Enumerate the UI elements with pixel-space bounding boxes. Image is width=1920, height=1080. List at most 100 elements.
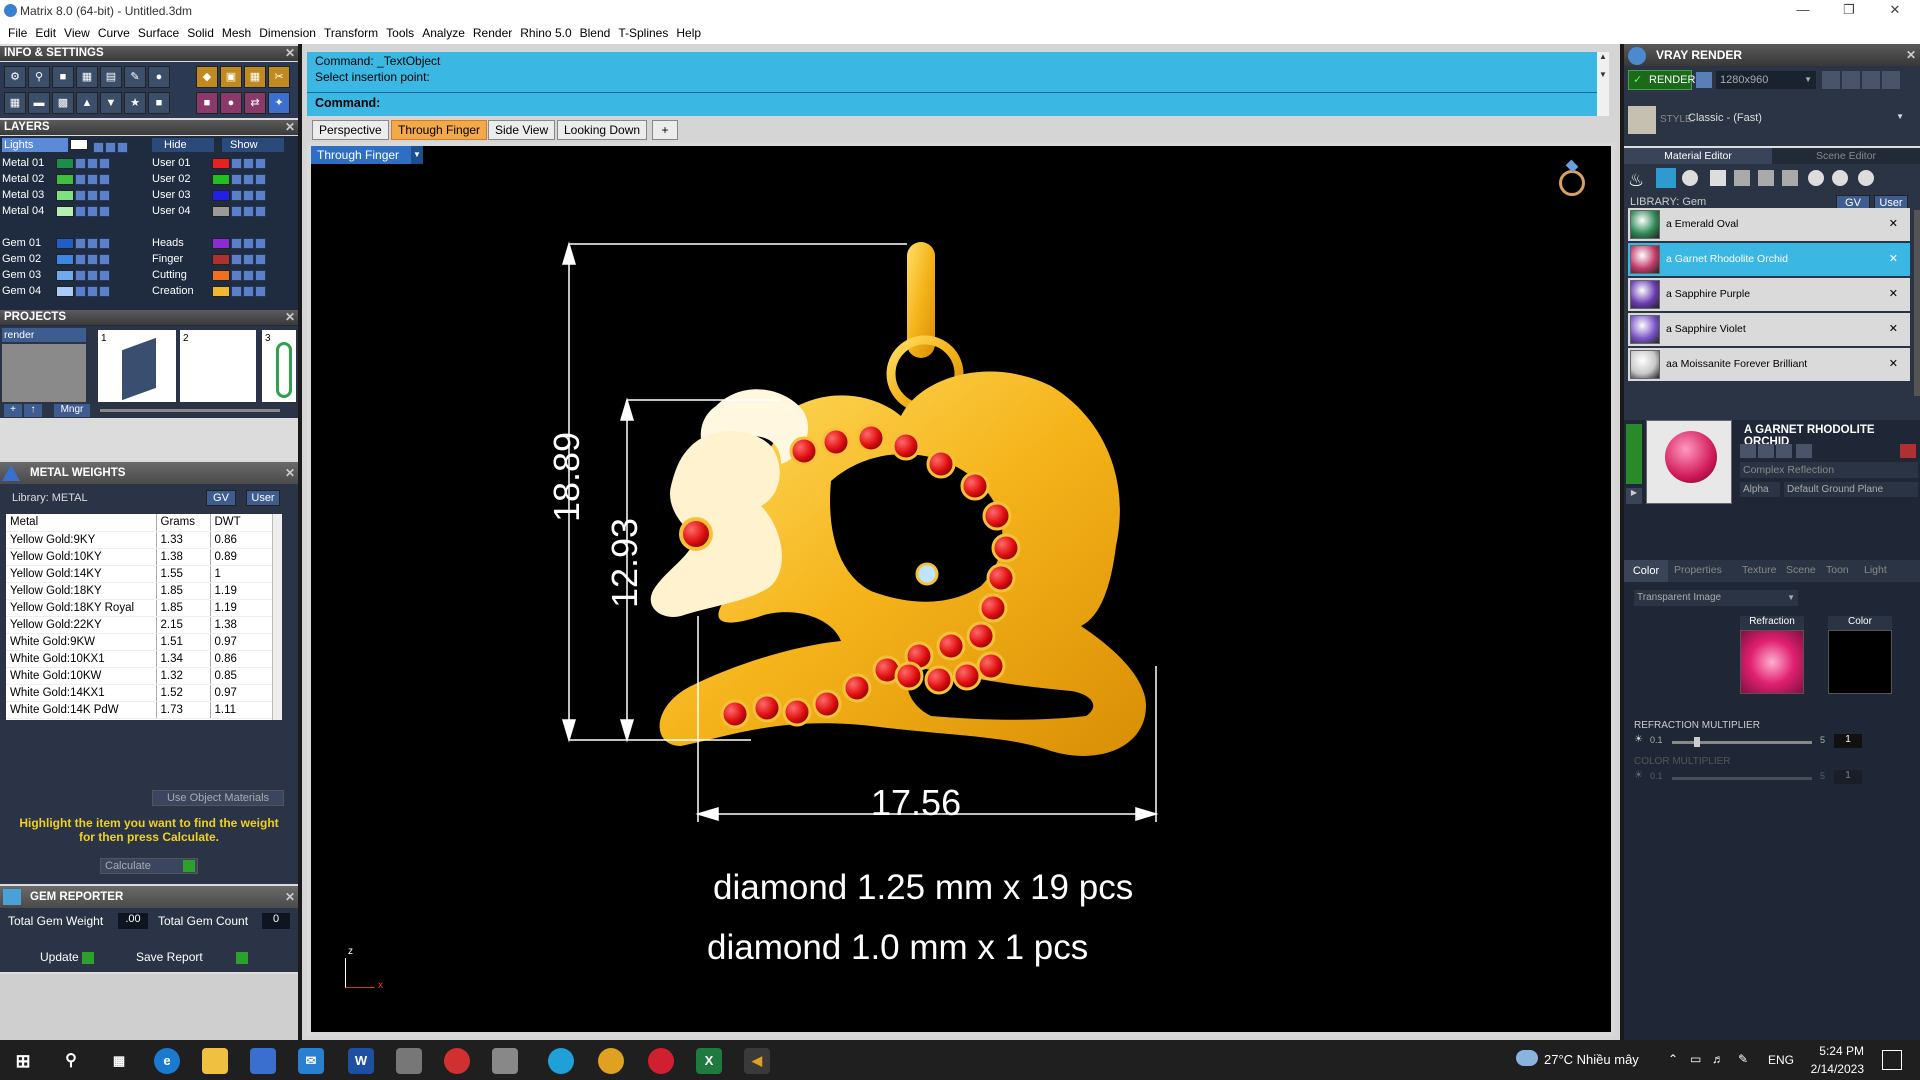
layer-metal-02[interactable]: Metal 02	[2, 172, 146, 187]
gem-list-item[interactable]: a Garnet Rhodolite Orchid ✕	[1628, 243, 1910, 276]
viewport[interactable]: Through Finger ▼ 18.89 12.93 17.56 diamo…	[307, 142, 1615, 1036]
project-thumb-1[interactable]: 1	[98, 330, 176, 402]
matrix-icon[interactable]	[492, 1048, 518, 1074]
minimize-button[interactable]: —	[1780, 0, 1826, 22]
gv-button[interactable]: GV	[206, 490, 236, 506]
color-swatch[interactable]	[1828, 630, 1892, 694]
manager-button[interactable]: Mngr	[54, 404, 90, 417]
project-thumb-3[interactable]: 3	[262, 330, 296, 402]
layer-gem-01[interactable]: Gem 01	[2, 236, 146, 251]
select-icon[interactable]	[117, 142, 128, 154]
plane-icon[interactable]	[1710, 170, 1726, 186]
projects-scrollbar[interactable]	[100, 409, 280, 412]
cloud-alt-icon[interactable]	[1832, 170, 1848, 186]
gem-tool-icon[interactable]: ◆	[196, 66, 218, 88]
subtab-scene[interactable]: Scene	[1786, 564, 1816, 576]
camera-icon[interactable]	[1696, 72, 1712, 88]
project-thumb-2[interactable]: 2	[180, 330, 256, 402]
menu-help[interactable]: Help	[672, 22, 705, 44]
grid-icon[interactable]: ▦	[244, 66, 266, 88]
tab-through-finger[interactable]: Through Finger	[391, 120, 488, 140]
layer-user-04[interactable]: User 04	[152, 204, 296, 219]
table-row[interactable]: White Gold:10KW 1.32 0.85	[6, 667, 272, 685]
star-icon[interactable]: ✦	[268, 92, 290, 114]
gem-list-scrollbar[interactable]	[1914, 210, 1920, 396]
cloud-icon[interactable]	[1808, 170, 1824, 186]
close-icon[interactable]: ✕	[285, 120, 295, 135]
gem-list-item[interactable]: a Sapphire Violet ✕	[1628, 313, 1910, 346]
maximize-button[interactable]: ❐	[1826, 0, 1872, 22]
menu-analyze[interactable]: Analyze	[418, 22, 469, 44]
color-multiplier-slider[interactable]: ☀ 0.1 5 1	[1634, 770, 1916, 786]
sphere-icon[interactable]: ●	[148, 66, 170, 88]
close-icon[interactable]: ✕	[1906, 44, 1916, 66]
table-row[interactable]: Yellow Gold:18KY 1.85 1.19	[6, 582, 272, 600]
layer-user-02[interactable]: User 02	[152, 172, 296, 187]
preview-toggle[interactable]	[1626, 424, 1642, 484]
save-report-button[interactable]: Save Report	[136, 950, 249, 964]
illustrator-icon[interactable]: ◀	[744, 1048, 770, 1074]
paste-icon[interactable]	[1796, 444, 1812, 458]
close-button[interactable]: ✕	[1872, 0, 1918, 22]
table-row[interactable]: Yellow Gold:9KY 1.33 0.86	[6, 531, 272, 549]
copy-icon[interactable]	[1776, 444, 1792, 458]
table-row[interactable]: White Gold:14K PdW 1.73 1.11	[6, 701, 272, 719]
shuffle-icon[interactable]: ⇄	[244, 92, 266, 114]
menu-view[interactable]: View	[60, 22, 94, 44]
table-row[interactable]: Yellow Gold:14KY 1.55 1	[6, 565, 272, 583]
chrome-icon[interactable]	[444, 1048, 470, 1074]
table-row[interactable]: Yellow Gold:10KY 1.38 0.89	[6, 548, 272, 566]
weather-text[interactable]: 27°C Nhiều mây	[1544, 1052, 1639, 1067]
close-icon[interactable]: ✕	[285, 310, 295, 325]
menu-blend[interactable]: Blend	[576, 22, 615, 44]
mail-icon[interactable]: ✉	[298, 1048, 324, 1074]
menu-tsplines[interactable]: T-Splines	[614, 22, 672, 44]
layer-gem-04[interactable]: Gem 04	[2, 284, 146, 299]
start-icon[interactable]: ⊞	[10, 1048, 36, 1074]
subtab-color[interactable]: Color	[1624, 560, 1668, 582]
network-icon[interactable]: ▭	[1690, 1052, 1701, 1066]
filter-icon[interactable]: ▼	[100, 92, 122, 114]
explorer-icon[interactable]	[202, 1048, 228, 1074]
search-icon[interactable]: ⚲	[58, 1048, 84, 1074]
subtab-light[interactable]: Light	[1864, 564, 1887, 576]
subtab-texture[interactable]: Texture	[1742, 564, 1776, 576]
tab-material-editor[interactable]: Material Editor	[1624, 148, 1772, 164]
notifications-icon[interactable]	[1882, 1050, 1902, 1070]
menu-edit[interactable]: Edit	[31, 22, 60, 44]
menu-surface[interactable]: Surface	[134, 22, 183, 44]
project-item-render[interactable]: render	[2, 328, 86, 342]
close-icon[interactable]: ✕	[285, 46, 295, 61]
add-project-button[interactable]: +	[4, 404, 22, 417]
excel-icon[interactable]: X	[696, 1048, 722, 1074]
cube-icon[interactable]: ▦	[76, 66, 98, 88]
table-row[interactable]: Yellow Gold:18KY Royal 1.85 1.19	[6, 599, 272, 617]
menu-solid[interactable]: Solid	[183, 22, 218, 44]
weather-icon[interactable]	[1516, 1050, 1538, 1066]
store-icon[interactable]	[250, 1048, 276, 1074]
tab-perspective[interactable]: Perspective	[312, 120, 389, 140]
show-button[interactable]: Show	[222, 138, 284, 152]
pen-icon[interactable]: ✎	[124, 66, 146, 88]
subtab-properties[interactable]: Properties	[1674, 564, 1722, 576]
light-icon[interactable]	[1858, 170, 1874, 186]
layer-user-01[interactable]: User 01	[152, 156, 296, 171]
layout-icon[interactable]: ▦	[4, 92, 26, 114]
refraction-multiplier-slider[interactable]: ☀ 0.1 5 1	[1634, 734, 1916, 750]
list-icon[interactable]	[1862, 71, 1880, 89]
task-view-icon[interactable]: ▦	[106, 1048, 132, 1074]
refraction-swatch[interactable]	[1740, 630, 1804, 694]
tab-looking-down[interactable]: Looking Down	[557, 120, 648, 140]
language-indicator[interactable]: ENG	[1768, 1053, 1794, 1067]
car-icon[interactable]: ■	[52, 66, 74, 88]
use-object-materials[interactable]: Use Object Materials	[152, 790, 284, 806]
frame-icon[interactable]: ▣	[220, 66, 242, 88]
menu-curve[interactable]: Curve	[94, 22, 134, 44]
menu-dimension[interactable]: Dimension	[255, 22, 320, 44]
menu-file[interactable]: File	[4, 22, 31, 44]
style-select[interactable]: Classic - (Fast) ▼	[1688, 112, 1906, 128]
settings-icon[interactable]: ⚙	[4, 66, 26, 88]
menu-render[interactable]: Render	[469, 22, 516, 44]
edge-icon[interactable]: e	[154, 1048, 180, 1074]
volume-icon[interactable]: ♬	[1712, 1052, 1724, 1066]
